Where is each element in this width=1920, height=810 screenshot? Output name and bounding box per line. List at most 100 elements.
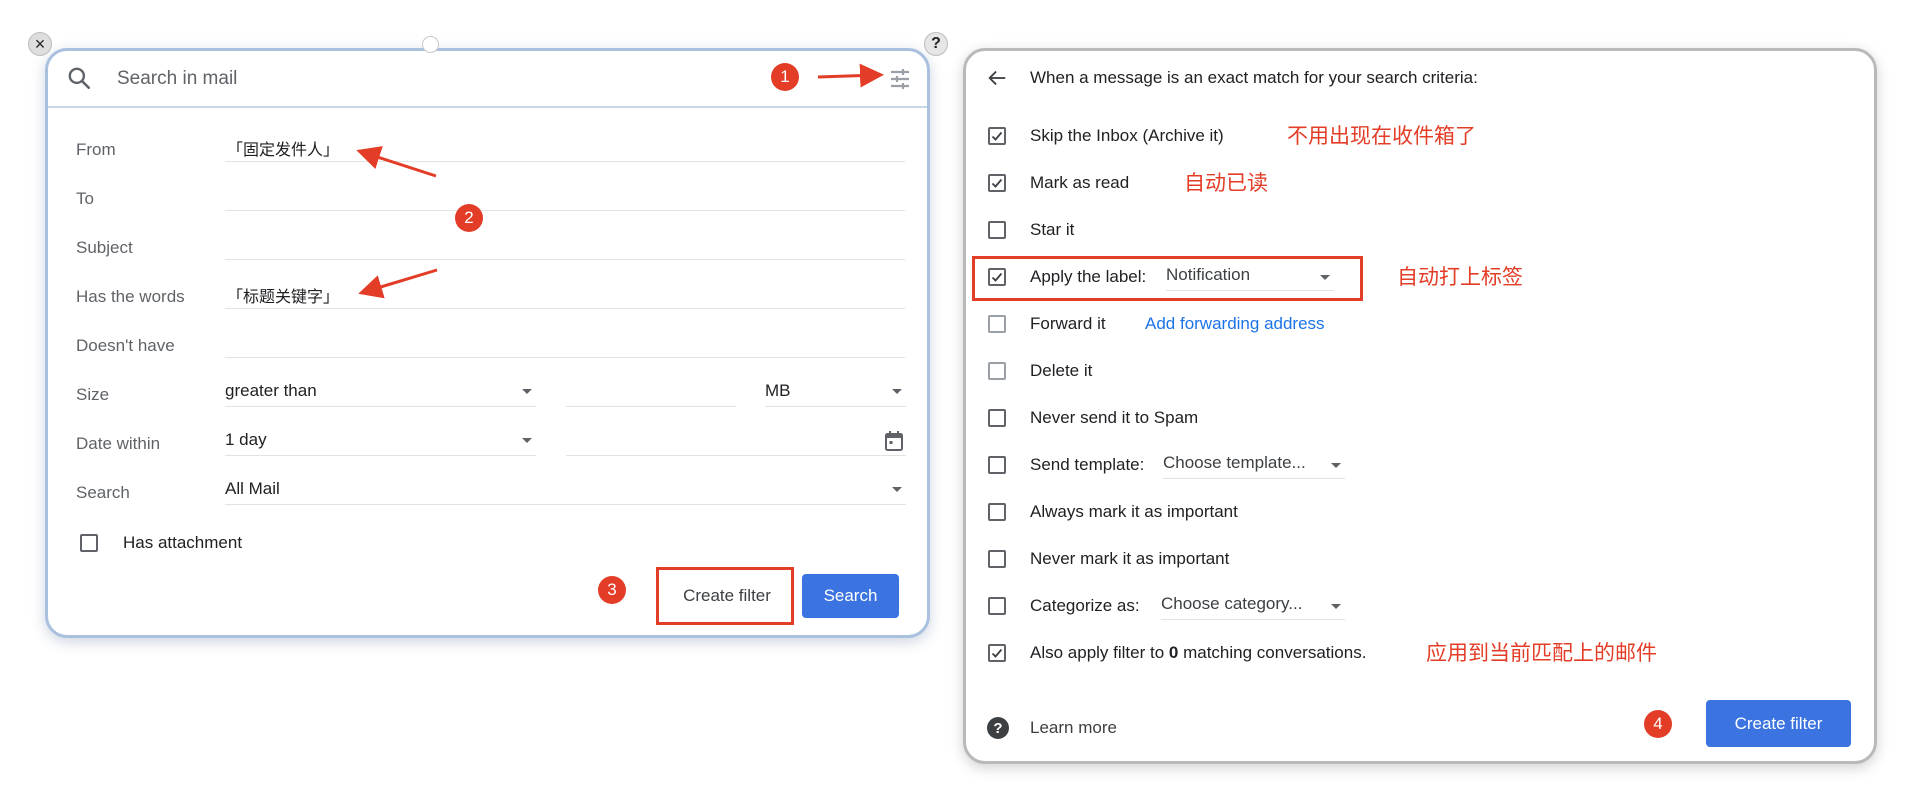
- create-filter-confirm-button[interactable]: Create filter: [1706, 700, 1851, 747]
- create-filter-button[interactable]: Create filter: [662, 574, 792, 618]
- action-send-template[interactable]: Send template: Choose template...: [966, 451, 1866, 481]
- checkmark-icon: [991, 272, 1003, 282]
- doesnt-have-field[interactable]: [225, 332, 905, 358]
- step-badge-2: 2: [455, 204, 483, 232]
- chevron-down-icon: [1320, 275, 1330, 280]
- step-badge-1: 1: [771, 63, 799, 91]
- template-select[interactable]: Choose template...: [1163, 453, 1345, 479]
- chevron-down-icon: [892, 487, 902, 492]
- action-delete[interactable]: Delete it: [966, 357, 1866, 387]
- back-arrow-icon[interactable]: [986, 67, 1008, 89]
- search-scope-select[interactable]: All Mail: [225, 479, 906, 505]
- delete-label: Delete it: [1030, 361, 1093, 380]
- from-label: From: [76, 140, 116, 159]
- chevron-down-icon: [892, 389, 902, 394]
- skip-inbox-checkbox[interactable]: [988, 127, 1006, 145]
- never-important-checkbox[interactable]: [988, 550, 1006, 568]
- chevron-down-icon: [522, 438, 532, 443]
- action-always-important[interactable]: Always mark it as important: [966, 498, 1866, 528]
- svg-text:?: ?: [993, 720, 1002, 737]
- checkmark-icon: [991, 648, 1003, 658]
- also-apply-label: Also apply filter to 0 matching conversa…: [1030, 643, 1366, 663]
- category-select-value: Choose category...: [1161, 594, 1303, 613]
- search-scope-label: Search: [76, 483, 130, 502]
- step-badge-3: 3: [598, 576, 626, 604]
- date-within-label: Date within: [76, 434, 161, 453]
- filter-actions-panel: When a message is an exact match for you…: [963, 48, 1877, 764]
- note-mark-read: 自动已读: [1184, 172, 1268, 195]
- categorize-label: Categorize as:: [1030, 596, 1140, 615]
- checkmark-icon: [991, 178, 1003, 188]
- size-unit-value: MB: [765, 381, 791, 400]
- chevron-down-icon: [1331, 463, 1341, 468]
- chevron-down-icon: [1331, 604, 1341, 609]
- step-badge-4: 4: [1644, 710, 1672, 738]
- date-within-value: 1 day: [225, 430, 267, 449]
- size-label: Size: [76, 385, 110, 404]
- send-template-label: Send template:: [1030, 455, 1145, 474]
- subject-field[interactable]: [225, 234, 905, 260]
- action-never-important[interactable]: Never mark it as important: [966, 545, 1866, 575]
- has-words-field[interactable]: 「标题关键字」: [225, 283, 905, 309]
- action-categorize[interactable]: Categorize as: Choose category...: [966, 592, 1866, 622]
- chevron-down-icon: [522, 389, 532, 394]
- add-forwarding-address-link[interactable]: Add forwarding address: [1145, 314, 1325, 334]
- star-checkbox[interactable]: [988, 221, 1006, 239]
- label-select[interactable]: Notification: [1166, 265, 1334, 291]
- apply-label-checkbox[interactable]: [988, 268, 1006, 286]
- search-icon[interactable]: [66, 65, 92, 91]
- search-options-icon[interactable]: [888, 67, 912, 91]
- action-star[interactable]: Star it: [966, 216, 1866, 246]
- action-mark-read[interactable]: Mark as read: [966, 169, 1866, 199]
- never-spam-label: Never send it to Spam: [1030, 408, 1199, 427]
- mark-read-label: Mark as read: [1030, 173, 1130, 192]
- search-button[interactable]: Search: [802, 574, 899, 618]
- delete-checkbox[interactable]: [988, 362, 1006, 380]
- note-also-apply: 应用到当前匹配上的邮件: [1426, 642, 1657, 665]
- skip-inbox-label: Skip the Inbox (Archive it): [1030, 126, 1224, 145]
- has-attachment-checkbox[interactable]: [80, 534, 98, 552]
- action-never-spam[interactable]: Never send it to Spam: [966, 404, 1866, 434]
- size-operator-select[interactable]: greater than: [225, 381, 536, 407]
- date-input[interactable]: [566, 430, 906, 456]
- category-select[interactable]: Choose category...: [1161, 594, 1345, 620]
- never-spam-checkbox[interactable]: [988, 409, 1006, 427]
- send-template-checkbox[interactable]: [988, 456, 1006, 474]
- note-skip-inbox: 不用出现在收件箱了: [1287, 125, 1476, 148]
- forward-checkbox[interactable]: [988, 315, 1006, 333]
- search-input[interactable]: Search in mail: [117, 68, 237, 90]
- template-select-value: Choose template...: [1163, 453, 1306, 472]
- help-icon[interactable]: ?: [924, 32, 948, 56]
- drag-handle[interactable]: [422, 36, 439, 53]
- to-label: To: [76, 189, 94, 208]
- learn-more-link[interactable]: Learn more: [1030, 718, 1117, 738]
- from-field[interactable]: 「固定发件人」: [225, 136, 905, 162]
- also-apply-prefix: Also apply filter to: [1030, 643, 1169, 662]
- calendar-icon[interactable]: [884, 430, 904, 452]
- to-field[interactable]: [225, 185, 905, 211]
- star-label: Star it: [1030, 220, 1075, 239]
- help-circle-icon[interactable]: ?: [986, 716, 1010, 740]
- also-apply-checkbox[interactable]: [988, 644, 1006, 662]
- close-icon[interactable]: ×: [28, 32, 52, 56]
- checkmark-icon: [991, 131, 1003, 141]
- mark-read-checkbox[interactable]: [988, 174, 1006, 192]
- date-within-select[interactable]: 1 day: [225, 430, 536, 456]
- action-also-apply[interactable]: Also apply filter to 0 matching conversa…: [966, 639, 1866, 669]
- forward-label: Forward it: [1030, 314, 1106, 333]
- search-scope-value: All Mail: [225, 479, 280, 498]
- size-operator-value: greater than: [225, 381, 317, 400]
- search-options-panel: Search in mail From 「固定发件人」 To Subject H…: [45, 48, 930, 638]
- matching-count: 0: [1168, 643, 1179, 662]
- subject-label: Subject: [76, 238, 133, 257]
- size-value-input[interactable]: [566, 381, 736, 407]
- note-apply-label: 自动打上标签: [1397, 266, 1523, 289]
- always-important-label: Always mark it as important: [1030, 502, 1238, 521]
- has-attachment-label: Has attachment: [123, 533, 243, 552]
- always-important-checkbox[interactable]: [988, 503, 1006, 521]
- doesnt-have-label: Doesn't have: [76, 336, 175, 355]
- categorize-checkbox[interactable]: [988, 597, 1006, 615]
- never-important-label: Never mark it as important: [1030, 549, 1230, 568]
- size-unit-select[interactable]: MB: [765, 381, 906, 407]
- action-forward[interactable]: Forward it Add forwarding address: [966, 310, 1866, 340]
